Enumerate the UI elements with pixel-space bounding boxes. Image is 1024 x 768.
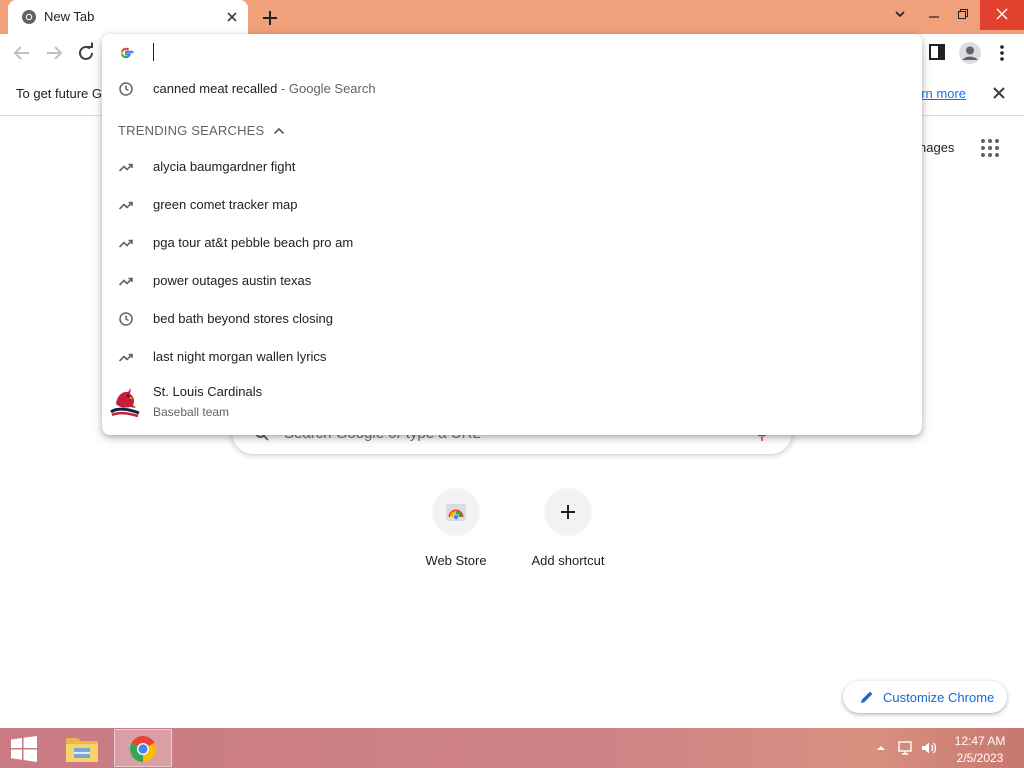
suggestion-separator: - [277, 81, 289, 96]
chrome-icon [21, 9, 37, 25]
suggestion-text: bed bath beyond stores closing [153, 311, 333, 326]
apps-grid-icon[interactable] [980, 138, 1000, 158]
close-icon[interactable] [991, 85, 1007, 101]
infobar-text: To get future G [16, 86, 102, 101]
suggestion-text: alycia baumgardner fight [153, 159, 296, 174]
taskbar: 12:47 AM 2/5/2023 [0, 728, 1024, 768]
profile-avatar[interactable] [958, 41, 982, 65]
web-store-icon [432, 500, 480, 524]
trending-icon [118, 349, 134, 365]
omnibox-suggestion[interactable]: canned meat recalled - Google Search [102, 70, 922, 108]
volume-icon[interactable] [920, 739, 938, 757]
new-tab-button[interactable] [259, 7, 281, 29]
omnibox-suggestion[interactable]: last night morgan wallen lyrics [102, 338, 922, 376]
shortcut-tile [432, 488, 480, 536]
customize-chrome-label: Customize Chrome [883, 690, 995, 705]
more-menu-icon[interactable] [992, 41, 1012, 65]
omnibox-suggestion[interactable]: green comet tracker map [102, 186, 922, 224]
omnibox-entity-suggestion[interactable]: St. Louis Cardinals Baseball team [102, 378, 922, 428]
shortcut-label: Add shortcut [531, 553, 605, 568]
add-shortcut-button[interactable]: Add shortcut [518, 488, 618, 578]
suggestion-text: pga tour at&t pebble beach pro am [153, 235, 354, 250]
suggestion-text: green comet tracker map [153, 197, 298, 212]
tab-new-tab[interactable]: New Tab [8, 0, 248, 34]
trending-icon [118, 235, 134, 251]
forward-button[interactable] [42, 41, 66, 65]
chevron-up-icon[interactable] [271, 123, 287, 139]
tab-search-button[interactable] [884, 0, 916, 30]
shortcut-tile [544, 488, 592, 536]
customize-chrome-button[interactable]: Customize Chrome [843, 681, 1007, 713]
omnibox-suggestion[interactable]: power outages austin texas [102, 262, 922, 300]
omnibox-input[interactable] [153, 43, 154, 61]
images-link[interactable]: nages [919, 140, 954, 155]
cardinals-logo [108, 386, 142, 420]
back-button[interactable] [10, 41, 34, 65]
title-bar: New Tab [0, 0, 1024, 34]
pencil-icon [859, 689, 875, 705]
entity-title: St. Louis Cardinals [153, 384, 263, 399]
close-icon[interactable] [224, 9, 240, 25]
suggestion-text: canned meat recalled [153, 81, 278, 96]
omnibox-suggestion[interactable]: bed bath beyond stores closing [102, 300, 922, 338]
windows-start-button[interactable] [10, 736, 38, 762]
suggestion-text: power outages austin texas [153, 273, 312, 288]
taskbar-clock-date[interactable]: 2/5/2023 [950, 751, 1010, 765]
suggestion-source: Google Search [288, 81, 376, 96]
history-icon [118, 311, 134, 327]
trending-icon [118, 159, 134, 175]
shortcut-web-store[interactable]: Web Store [406, 488, 506, 578]
omnibox-suggestion[interactable]: alycia baumgardner fight [102, 148, 922, 186]
omnibox-dropdown: canned meat recalled - Google Search TRE… [102, 34, 922, 435]
file-explorer-taskbar-icon[interactable] [62, 732, 102, 766]
history-icon [118, 81, 134, 97]
show-hidden-icons-icon[interactable] [875, 742, 887, 754]
google-icon [118, 45, 134, 61]
chrome-taskbar-icon[interactable] [114, 729, 172, 767]
tab-title: New Tab [44, 9, 95, 24]
window-close-button[interactable] [980, 0, 1024, 30]
taskbar-clock-time[interactable]: 12:47 AM [950, 734, 1010, 748]
side-panel-icon[interactable] [927, 42, 947, 62]
trending-icon [118, 273, 134, 289]
entity-subtitle: Baseball team [153, 405, 230, 419]
trending-searches-header: TRENDING SEARCHES [118, 123, 265, 138]
shortcut-label: Web Store [425, 553, 487, 568]
network-icon[interactable] [897, 739, 915, 757]
suggestion-text: last night morgan wallen lyrics [153, 349, 327, 364]
restore-button[interactable] [948, 0, 978, 30]
omnibox-suggestion[interactable]: pga tour at&t pebble beach pro am [102, 224, 922, 262]
reload-button[interactable] [74, 41, 98, 65]
plus-icon [544, 500, 592, 524]
minimize-button[interactable] [920, 0, 948, 30]
trending-icon [118, 197, 134, 213]
